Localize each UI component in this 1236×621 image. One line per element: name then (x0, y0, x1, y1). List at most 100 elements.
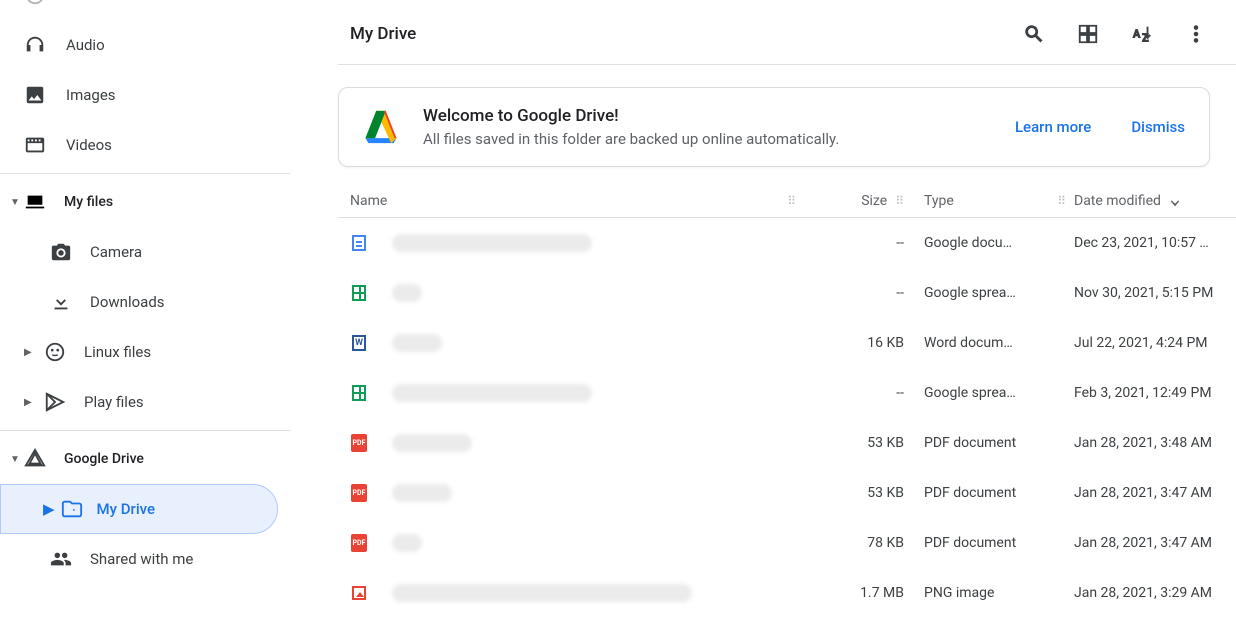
chevron-right-icon: ▶ (43, 500, 55, 518)
sidebar-label: My Drive (97, 500, 156, 518)
filename-redacted (392, 334, 442, 352)
image-file-icon (350, 584, 368, 602)
sidebar-label: Recent (66, 0, 112, 4)
more-button[interactable] (1184, 22, 1208, 46)
column-type[interactable]: Type⠿ (916, 193, 1066, 209)
divider (0, 430, 290, 431)
cell-size: 16 KB (796, 335, 916, 351)
table-row[interactable]: --Google sprea…Feb 3, 2021, 12:49 PM (338, 368, 1236, 418)
dismiss-link[interactable]: Dismiss (1131, 118, 1185, 136)
divider (338, 64, 1236, 65)
cell-type: PDF document (916, 435, 1066, 451)
column-date[interactable]: Date modified (1066, 193, 1236, 209)
search-button[interactable] (1022, 22, 1046, 46)
cell-type: PNG image (916, 585, 1066, 601)
table-row[interactable]: PDF78 KBPDF documentJan 28, 2021, 3:47 A… (338, 518, 1236, 568)
sidebar: Recent Audio Images Videos ▼ My files Ca… (0, 0, 290, 621)
table-header: Name⠿ Size⠿ Type⠿ Date modified (338, 185, 1236, 218)
play-icon (44, 391, 66, 413)
header-actions: AZ (1022, 22, 1208, 46)
grip-icon[interactable]: ⠿ (1057, 194, 1066, 208)
sidebar-label: Images (66, 86, 116, 104)
cell-size: -- (796, 235, 916, 251)
column-name[interactable]: Name⠿ (338, 193, 796, 209)
chevron-down-icon: ▼ (6, 197, 24, 208)
cell-date: Jan 28, 2021, 3:48 AM (1066, 435, 1236, 451)
filename-redacted (392, 584, 692, 602)
sort-az-icon: AZ (1131, 23, 1153, 45)
chevron-right-icon: ▶ (24, 397, 38, 408)
sidebar-item-images[interactable]: Images (0, 70, 290, 120)
column-size[interactable]: Size⠿ (796, 193, 916, 209)
download-icon (50, 291, 72, 313)
sidebar-item-linux[interactable]: ▶ Linux files (0, 327, 290, 377)
grid-view-button[interactable] (1076, 22, 1100, 46)
filename-redacted (392, 234, 592, 252)
cell-date: Feb 3, 2021, 12:49 PM (1066, 385, 1236, 401)
banner-subtitle: All files saved in this folder are backe… (423, 130, 839, 148)
sidebar-label: Google Drive (64, 451, 144, 467)
cell-size: -- (796, 285, 916, 301)
sidebar-label: Shared with me (90, 550, 193, 568)
cell-type: PDF document (916, 485, 1066, 501)
page-title: My Drive (350, 24, 416, 44)
sidebar-item-play[interactable]: ▶ Play files (0, 377, 290, 427)
gdoc-icon (350, 234, 368, 252)
banner-text: Welcome to Google Drive! All files saved… (423, 106, 839, 148)
filename-redacted (392, 384, 592, 402)
sidebar-label: Audio (66, 36, 105, 54)
table-row[interactable]: PDF53 KBPDF documentJan 28, 2021, 3:47 A… (338, 468, 1236, 518)
video-icon (24, 134, 46, 156)
grip-icon[interactable]: ⠿ (895, 194, 904, 208)
more-vert-icon (1185, 23, 1207, 45)
pdf-icon: PDF (350, 434, 368, 452)
camera-icon (50, 241, 72, 263)
sidebar-item-videos[interactable]: Videos (0, 120, 290, 170)
sidebar-item-downloads[interactable]: Downloads (0, 277, 290, 327)
sidebar-label: Play files (84, 393, 144, 411)
image-icon (24, 84, 46, 106)
sidebar-item-shared[interactable]: Shared with me (0, 534, 290, 584)
gsheet-icon (350, 284, 368, 302)
filename-redacted (392, 434, 472, 452)
grid-icon (1077, 23, 1099, 45)
cell-type: Google docu… (916, 235, 1066, 251)
learn-more-link[interactable]: Learn more (1015, 118, 1091, 136)
sidebar-section-myfiles[interactable]: ▼ My files (0, 177, 290, 227)
sidebar-label: Camera (90, 243, 142, 261)
filename-redacted (392, 534, 422, 552)
header: My Drive AZ (290, 0, 1236, 64)
sidebar-item-mydrive[interactable]: ▶ My Drive (0, 484, 278, 534)
grip-icon[interactable]: ⠿ (787, 194, 796, 208)
table-row[interactable]: 1.7 MBPNG imageJan 28, 2021, 3:29 AM (338, 568, 1236, 618)
sidebar-label: Videos (66, 136, 112, 154)
cell-type: Word docum… (916, 335, 1066, 351)
sort-button[interactable]: AZ (1130, 22, 1154, 46)
cell-type: Google sprea… (916, 385, 1066, 401)
cell-size: 53 KB (796, 485, 916, 501)
table-row[interactable]: --Google sprea…Nov 30, 2021, 5:15 PM (338, 268, 1236, 318)
table-row[interactable]: W16 KBWord docum…Jul 22, 2021, 4:24 PM (338, 318, 1236, 368)
linux-icon (44, 341, 66, 363)
people-icon (50, 548, 72, 570)
laptop-icon (24, 191, 46, 213)
table-row[interactable]: --Google docu…Dec 23, 2021, 10:57 … (338, 218, 1236, 268)
pdf-icon: PDF (350, 534, 368, 552)
sidebar-section-gdrive[interactable]: ▼ Google Drive (0, 434, 290, 484)
sidebar-item-audio[interactable]: Audio (0, 20, 290, 70)
drive-logo-icon (363, 109, 399, 145)
chevron-right-icon: ▶ (24, 347, 38, 358)
cell-size: -- (796, 385, 916, 401)
main-panel: My Drive AZ Welcome to Google Drive! All… (290, 0, 1236, 621)
sidebar-item-recent[interactable]: Recent (0, 0, 290, 20)
chevron-down-icon: ▼ (6, 454, 24, 465)
sidebar-item-camera[interactable]: Camera (0, 227, 290, 277)
filename-redacted (392, 484, 452, 502)
cell-size: 53 KB (796, 435, 916, 451)
divider (0, 173, 290, 174)
table-row[interactable]: PDF 53 KBPDF documentJan 28, 2021, 3:48 A… (338, 418, 1236, 468)
cell-date: Jul 22, 2021, 4:24 PM (1066, 335, 1236, 351)
search-icon (1023, 23, 1045, 45)
drive-icon (24, 448, 46, 470)
cell-type: PDF document (916, 535, 1066, 551)
